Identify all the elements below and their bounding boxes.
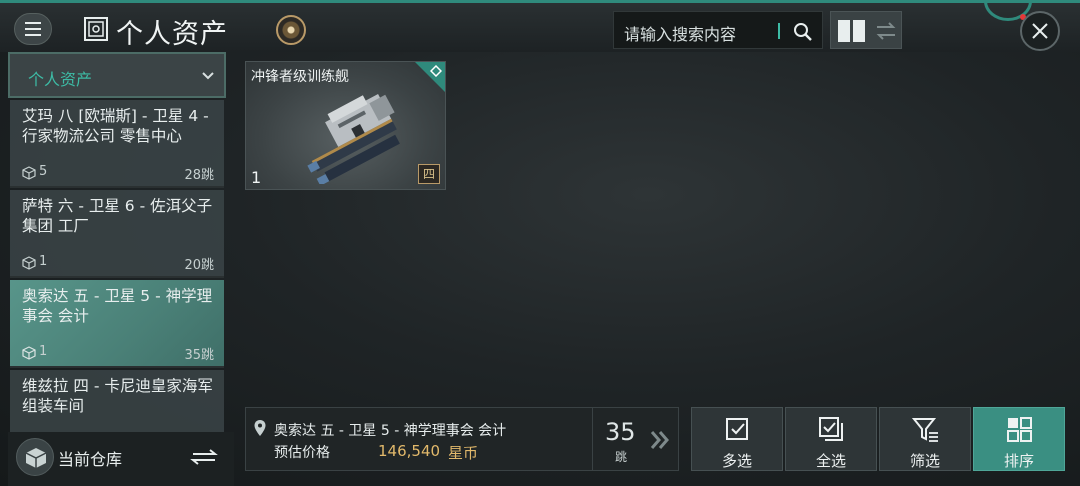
menu-icon-line: [25, 28, 41, 30]
dropdown-label: 个人资产: [28, 70, 93, 89]
jump-route-button[interactable]: 35 跳: [592, 407, 679, 471]
filter-button[interactable]: 筛选: [879, 407, 971, 471]
filter-icon: [912, 418, 938, 442]
location-item-selected[interactable]: 奥索达 五 - 卫星 5 - 神学理事会 会计 1 35跳: [10, 280, 224, 368]
select-all-icon: [819, 417, 843, 441]
location-name: 艾玛 八 [欧瑞斯] - 卫星 4 - 行家物流公司 零售中心: [22, 107, 209, 145]
item-count: 1: [39, 254, 48, 269]
item-quantity: 1: [251, 168, 262, 187]
item-count: 1: [39, 344, 48, 359]
assets-icon: [84, 17, 108, 41]
item-count-icon: [22, 166, 36, 180]
asset-type-dropdown[interactable]: 个人资产: [8, 52, 226, 98]
price-label: 预估价格: [274, 445, 330, 461]
location-list: 艾玛 八 [欧瑞斯] - 卫星 4 - 行家物流公司 零售中心 5 28跳 萨特…: [10, 100, 224, 484]
select-all-button[interactable]: 全选: [785, 407, 877, 471]
location-beacon-icon[interactable]: [276, 15, 306, 45]
sort-button[interactable]: 排序: [973, 407, 1065, 471]
location-item[interactable]: 萨特 六 - 卫星 6 - 佐洱父子集团 工厂 1 20跳: [10, 190, 224, 278]
tech-level-badge: 四: [418, 164, 440, 184]
checkbox-icon: [726, 418, 748, 440]
two-column-view-icon[interactable]: [837, 19, 867, 43]
jump-distance: 20跳: [184, 258, 214, 273]
location-name: 萨特 六 - 卫星 6 - 佐洱父子集团 工厂: [22, 197, 213, 235]
current-warehouse-bar[interactable]: 当前仓库: [8, 432, 234, 486]
menu-icon-line: [25, 22, 41, 24]
warehouse-label: 当前仓库: [58, 450, 123, 469]
diamond-icon: [430, 65, 442, 77]
search-input[interactable]: 请输入搜索内容: [624, 21, 736, 45]
grid-icon: [1007, 417, 1032, 442]
warehouse-icon: [16, 438, 54, 476]
page-title: 个人资产: [116, 19, 228, 50]
jump-distance: 28跳: [184, 168, 214, 183]
selected-location: 奥索达 五 - 卫星 5 - 神学理事会 会计: [274, 423, 507, 439]
sidebar: 个人资产 艾玛 八 [欧瑞斯] - 卫星 4 - 行家物流公司 零售中心 5 2…: [8, 52, 234, 486]
close-icon: [1032, 23, 1048, 39]
item-count-icon: [22, 346, 36, 360]
menu-icon-line: [25, 34, 41, 36]
action-label: 排序: [1003, 452, 1034, 470]
item-count: 5: [39, 164, 48, 179]
item-count-icon: [22, 256, 36, 270]
location-name: 维兹拉 四 - 卡尼迪皇家海军 组装车间: [22, 377, 213, 415]
jump-distance: 35跳: [184, 348, 214, 363]
close-button[interactable]: [1020, 11, 1060, 51]
text-cursor: [778, 23, 780, 39]
multi-select-button[interactable]: 多选: [691, 407, 783, 471]
location-item[interactable]: 艾玛 八 [欧瑞斯] - 卫星 4 - 行家物流公司 零售中心 5 28跳: [10, 100, 224, 188]
item-name: 冲锋者级训练舰: [251, 69, 349, 85]
ship-icon: [307, 94, 400, 184]
location-pin-icon: [254, 420, 266, 436]
action-label: 多选: [721, 452, 752, 470]
action-label: 全选: [815, 452, 846, 470]
menu-button[interactable]: [14, 13, 52, 45]
search-box[interactable]: 请输入搜索内容: [613, 11, 823, 49]
chevron-down-icon: [202, 72, 214, 80]
top-bar: 个人资产 请输入搜索内容: [0, 0, 1080, 52]
price-value: 146,540: [378, 442, 441, 460]
switch-arrows-icon[interactable]: [190, 446, 218, 468]
search-icon[interactable]: [792, 21, 814, 43]
location-info-panel: 奥索达 五 - 卫星 5 - 神学理事会 会计 预估价格 146,540 星币: [245, 407, 593, 471]
view-toggle[interactable]: [830, 11, 902, 49]
action-label: 筛选: [909, 452, 940, 470]
currency-label: 星币: [448, 444, 479, 462]
asset-item-card[interactable]: 冲锋者级训练舰 1 四: [245, 61, 446, 190]
swap-arrows-icon[interactable]: [875, 21, 897, 41]
location-name: 奥索达 五 - 卫星 5 - 神学理事会 会计: [22, 287, 213, 325]
double-chevron-right-icon: [650, 431, 669, 449]
jump-count: 35: [605, 418, 636, 446]
jump-unit: 跳: [615, 450, 628, 464]
